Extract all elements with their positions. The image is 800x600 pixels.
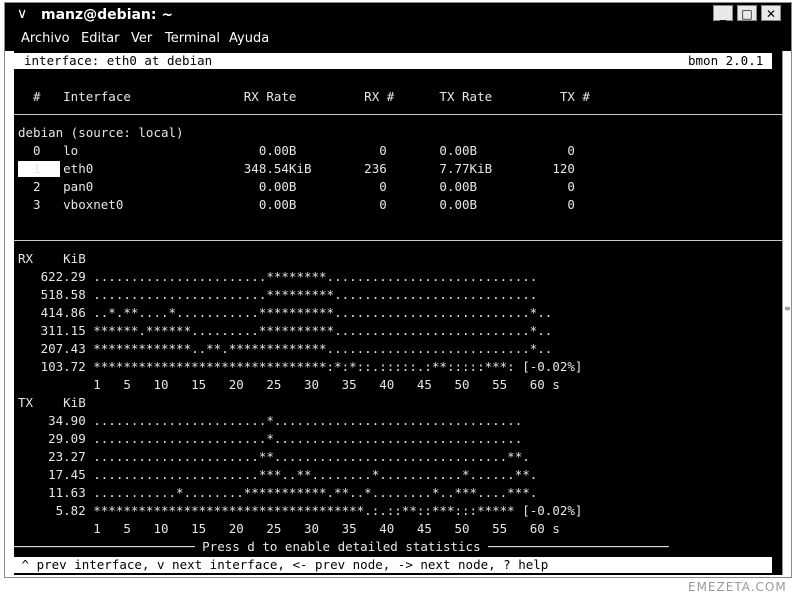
source-label: debian (source: local) [18,125,184,140]
rx-graph-axis: 1 5 10 15 20 25 30 35 40 45 50 55 60 s [18,377,560,392]
interface-header-bar: interface: eth0 at debian bmon 2.0.1 [14,53,772,69]
help-line: ^ prev interface, v next interface, <- p… [14,557,549,572]
scrollbar-grip-icon[interactable]: ≡ [784,305,791,313]
menu-bar: Archivo Editar Ver Terminal Ayuda [5,27,791,51]
detailed-stats-hint: ──────────────────────── Press d to enab… [14,539,669,554]
vertical-scrollbar[interactable]: ≡ [782,51,791,575]
tx-graph-axis: 1 5 10 15 20 25 30 35 40 45 50 55 60 s [18,521,560,536]
menu-ayuda[interactable]: Ayuda [229,31,269,47]
divider [14,114,783,115]
interface-row[interactable]: 2 pan0 0.00B 0 0.00B 0 [18,179,575,195]
close-button[interactable]: ✕ [761,5,781,21]
rx-graph-row: 414.86 ..*.**....*...........**********.… [18,305,553,320]
tx-graph-row: 34.90 .......................*..........… [18,413,523,428]
terminal-window: ∨ manz@debian: ~ _ □ ✕ Archivo Editar Ve… [4,2,792,578]
rx-graph-row: 622.29 .......................********..… [18,269,538,284]
menu-editar[interactable]: Editar [81,31,120,47]
tx-graph-row: 17.45 ......................***..**.....… [18,467,538,482]
title-bar[interactable]: ∨ manz@debian: ~ _ □ ✕ [5,3,791,27]
rx-graph-row: 103.72 *******************************:*… [18,359,583,374]
terminal-screen[interactable]: interface: eth0 at debian bmon 2.0.1 # I… [14,51,783,575]
rx-graph-header: RX KiB [18,251,86,266]
rx-graph-row: 207.43 *************..**.*************..… [18,341,553,356]
interface-row[interactable]: 3 vboxnet0 0.00B 0 0.00B 0 [18,197,575,213]
interface-header: interface: eth0 at debian [24,53,213,68]
watermark: EMEZETA.COM [688,580,787,594]
tx-graph-header: TX KiB [18,395,86,410]
menu-archivo[interactable]: Archivo [21,31,70,47]
interface-row-selected[interactable]: 1 eth0 348.54KiB 236 7.77KiB 120 [18,161,575,177]
bmon-version: bmon 2.0.1 [688,53,764,68]
maximize-button[interactable]: □ [737,5,757,21]
divider [14,240,783,241]
tx-graph-row: 29.09 .......................*..........… [18,431,523,446]
rx-graph-row: 518.58 .......................*********.… [18,287,538,302]
tx-graph-row: 5.82 ***********************************… [18,503,583,518]
tx-graph-row: 11.63 ...........*........***********.**… [18,485,538,500]
rx-graph-row: 311.15 ******.******.........**********.… [18,323,553,338]
menu-ver[interactable]: Ver [131,31,152,47]
window-menu-icon[interactable]: ∨ [17,5,27,23]
interface-row[interactable]: 0 lo 0.00B 0 0.00B 0 [18,143,575,159]
tx-graph-row: 23.27 ......................**..........… [18,449,530,464]
help-bar: ^ prev interface, v next interface, <- p… [14,557,772,573]
menu-terminal[interactable]: Terminal [165,31,220,47]
minimize-button[interactable]: _ [713,5,733,21]
window-title: manz@debian: ~ [41,7,174,23]
table-header: # Interface RX Rate RX # TX Rate TX # [18,89,590,104]
